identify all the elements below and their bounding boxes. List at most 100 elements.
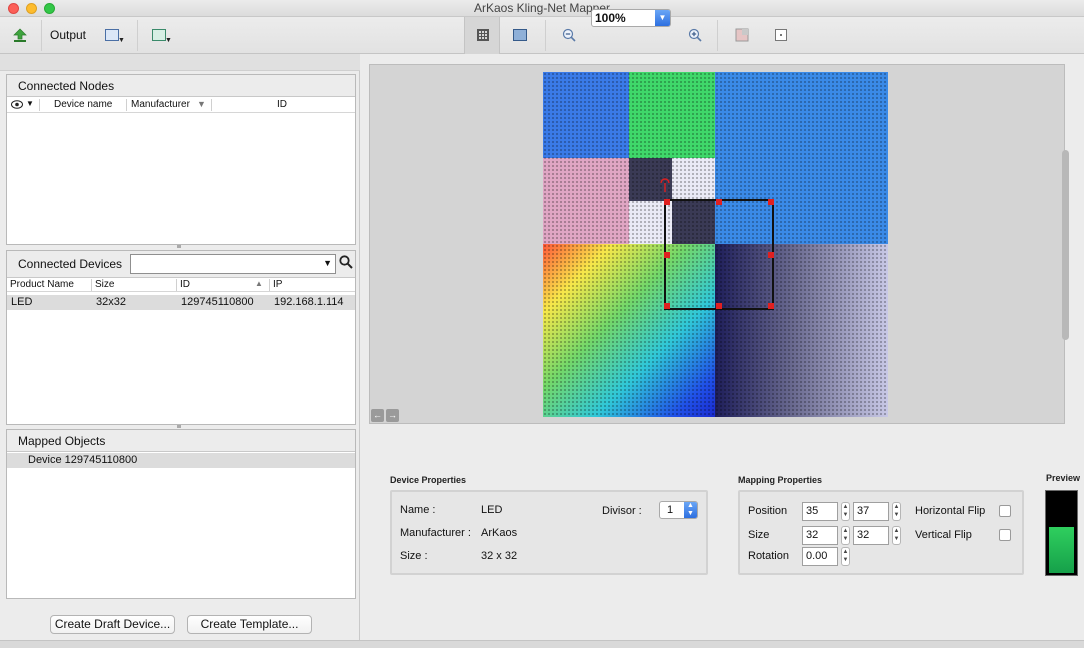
toolbar-separator <box>41 20 42 51</box>
zoom-out-button[interactable] <box>558 23 580 47</box>
upload-button[interactable] <box>10 23 30 47</box>
minimize-window-button[interactable] <box>26 3 37 14</box>
device-filter-combo[interactable]: ▼ <box>130 254 336 274</box>
connected-nodes-panel: Connected Nodes ▼ Device name Manufactur… <box>6 74 356 245</box>
arrow-left-icon[interactable]: ← <box>371 409 384 422</box>
size-width-stepper[interactable]: ▲ ▼ <box>841 526 850 545</box>
name-label: Name : <box>400 504 436 516</box>
divisor-select[interactable]: 1 ▲ ▼ <box>659 501 698 519</box>
zoom-select[interactable]: 100% ▼ <box>591 9 671 27</box>
resize-handle[interactable] <box>716 199 722 205</box>
column-separator <box>269 279 270 291</box>
sort-up-icon: ▲ <box>255 279 263 288</box>
toolbar: Output ▼ ▼ <box>0 17 1084 54</box>
export-button[interactable]: ▼ <box>147 23 172 47</box>
column-separator <box>211 99 212 111</box>
horizontal-flip-label: Horizontal Flip <box>915 505 986 517</box>
sort-down-icon: ▼ <box>197 99 206 109</box>
position-y-stepper[interactable]: ▲ ▼ <box>892 502 901 521</box>
column-separator <box>91 279 92 291</box>
maximize-window-button[interactable] <box>44 3 55 14</box>
toolbar-separator <box>137 20 138 51</box>
preview-bottom <box>1049 527 1074 573</box>
output-screen-button[interactable]: ▼ <box>100 23 125 47</box>
position-x-field[interactable]: 35 <box>802 502 838 521</box>
position-x-stepper[interactable]: ▲ ▼ <box>841 502 850 521</box>
toolbar-separator <box>717 20 718 51</box>
name-value: LED <box>481 504 503 516</box>
connected-nodes-title: Connected Nodes <box>7 75 355 97</box>
grid-icon <box>477 29 489 41</box>
size-value: 32 x 32 <box>481 550 518 562</box>
preview-top <box>1049 494 1074 529</box>
splitter-handle[interactable] <box>177 425 181 428</box>
export-icon <box>152 29 166 41</box>
selection-rectangle[interactable] <box>664 199 774 310</box>
zoom-in-icon <box>688 28 702 42</box>
column-id[interactable]: ID <box>180 279 190 290</box>
resize-handle[interactable] <box>768 199 774 205</box>
table-row[interactable]: LED 32x32 129745110800 192.168.1.114 <box>7 295 355 310</box>
position-y-field[interactable]: 37 <box>853 502 889 521</box>
title-bar: ArKaos Kling-Net Mapper <box>0 0 1084 17</box>
device-properties-title: Device Properties <box>390 475 467 485</box>
vertical-flip-label: Vertical Flip <box>915 529 972 541</box>
arrow-right-icon[interactable]: → <box>386 409 399 422</box>
rotation-label: Rotation <box>748 550 789 562</box>
resize-handle[interactable] <box>716 303 722 309</box>
output-label: Output <box>49 28 87 42</box>
horizontal-flip-checkbox[interactable] <box>999 505 1011 517</box>
resize-handle[interactable] <box>664 199 670 205</box>
column-ip[interactable]: IP <box>273 279 282 290</box>
position-label: Position <box>748 505 788 517</box>
resize-handle[interactable] <box>664 252 670 258</box>
create-template-button[interactable]: Create Template... <box>187 615 312 634</box>
resize-handle[interactable] <box>664 303 670 309</box>
preview-swatch <box>1045 490 1078 576</box>
fit-view-button[interactable] <box>508 23 532 47</box>
mapped-object-label: Device 129745110800 <box>28 454 138 466</box>
left-panel: Connected Nodes ▼ Device name Manufactur… <box>0 54 360 640</box>
rotation-field[interactable]: 0.00 <box>802 547 838 566</box>
vertical-flip-checkbox[interactable] <box>999 529 1011 541</box>
layout-button[interactable] <box>731 23 753 47</box>
vertical-scrollbar[interactable] <box>1062 150 1069 340</box>
chevron-down-icon: ▼ <box>165 37 172 44</box>
divisor-label: Divisor : <box>602 505 642 517</box>
toolbar-separator <box>545 20 546 51</box>
column-manufacturer[interactable]: Manufacturer <box>131 99 190 110</box>
canvas-nav-arrows: ← → <box>371 409 399 422</box>
frame-button[interactable] <box>770 23 792 47</box>
search-icon[interactable] <box>339 255 353 269</box>
list-item[interactable]: Device 129745110800 <box>7 453 355 468</box>
zoom-in-button[interactable] <box>684 23 706 47</box>
rotate-handle-icon[interactable] <box>659 178 671 194</box>
chevron-down-icon: ▼ <box>118 37 125 44</box>
size-width-field[interactable]: 32 <box>802 526 838 545</box>
size-label: Size : <box>400 550 428 562</box>
led-region <box>543 72 629 158</box>
sort-arrow-icon[interactable]: ▼ <box>26 99 34 108</box>
cell-size: 32x32 <box>96 296 126 308</box>
create-draft-device-button[interactable]: Create Draft Device... <box>50 615 175 634</box>
column-product-name[interactable]: Product Name <box>10 279 74 290</box>
splitter-handle[interactable] <box>177 245 181 248</box>
close-window-button[interactable] <box>8 3 19 14</box>
eye-icon[interactable] <box>11 100 23 109</box>
column-size[interactable]: Size <box>95 279 114 290</box>
size-height-field[interactable]: 32 <box>853 526 889 545</box>
grid-view-button[interactable] <box>464 17 500 54</box>
column-separator <box>126 99 127 111</box>
column-device-name[interactable]: Device name <box>54 99 112 110</box>
divisor-value: 1 <box>667 504 674 516</box>
resize-handle[interactable] <box>768 252 774 258</box>
layout-icon <box>735 28 749 42</box>
connected-nodes-columns: ▼ Device name Manufacturer ▼ ID <box>7 97 355 113</box>
rotation-stepper[interactable]: ▲ ▼ <box>841 547 850 566</box>
left-panel-header <box>0 54 360 71</box>
column-id[interactable]: ID <box>277 99 287 110</box>
column-separator <box>39 99 40 111</box>
connected-devices-columns: Product Name Size ID ▲ IP <box>7 278 355 292</box>
size-height-stepper[interactable]: ▲ ▼ <box>892 526 901 545</box>
resize-handle[interactable] <box>768 303 774 309</box>
